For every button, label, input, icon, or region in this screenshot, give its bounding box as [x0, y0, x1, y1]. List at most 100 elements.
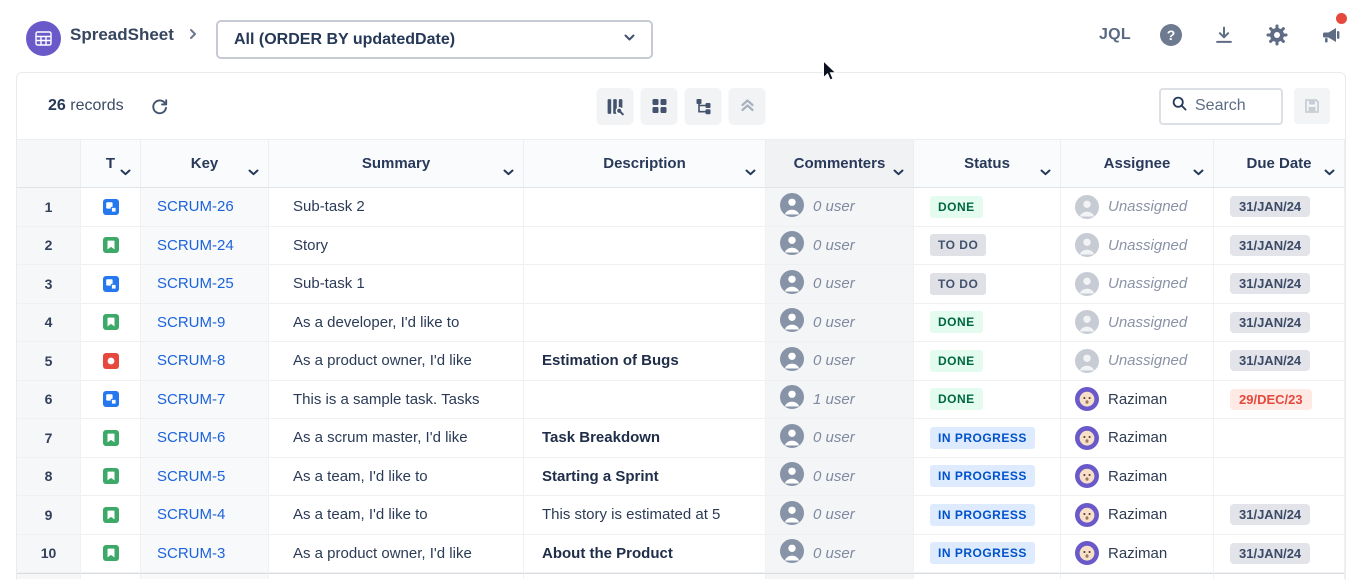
issue-key-cell[interactable]: SCRUM-8: [141, 342, 269, 381]
search-input[interactable]: [1195, 97, 1275, 115]
issue-key-link[interactable]: SCRUM-24: [157, 237, 234, 254]
issue-key-cell[interactable]: SCRUM-25: [141, 265, 269, 304]
megaphone-icon[interactable]: [1317, 22, 1343, 48]
assignee-cell[interactable]: Unassigned: [1061, 304, 1214, 343]
description-cell[interactable]: [524, 265, 766, 304]
commenters-cell[interactable]: 1 user: [766, 381, 914, 420]
issue-key-link[interactable]: SCRUM-7: [157, 391, 225, 408]
commenters-cell[interactable]: 0 user: [766, 265, 914, 304]
due-date-cell[interactable]: 31/JAN/24: [1214, 496, 1345, 535]
issue-key-link[interactable]: SCRUM-8: [157, 352, 225, 369]
status-cell[interactable]: DONE: [914, 188, 1061, 227]
issue-type-cell[interactable]: [81, 458, 141, 497]
assignee-cell[interactable]: Unassigned: [1061, 188, 1214, 227]
description-cell[interactable]: Task Breakdown: [524, 419, 766, 458]
header-description[interactable]: Description: [524, 140, 766, 188]
due-date-cell[interactable]: 31/JAN/24: [1214, 265, 1345, 304]
issue-key-link[interactable]: SCRUM-5: [157, 468, 225, 485]
header-summary[interactable]: Summary: [269, 140, 524, 188]
assignee-cell[interactable]: Unassigned: [1061, 265, 1214, 304]
row-number[interactable]: 8: [17, 458, 81, 497]
due-date-cell[interactable]: 31/JAN/24: [1214, 227, 1345, 266]
chevron-down-icon[interactable]: [745, 163, 756, 180]
status-cell[interactable]: TO DO: [914, 227, 1061, 266]
row-number[interactable]: 7: [17, 419, 81, 458]
jql-button[interactable]: JQL: [1099, 26, 1131, 44]
row-number[interactable]: 6: [17, 381, 81, 420]
commenters-cell[interactable]: 0 user: [766, 188, 914, 227]
assignee-cell[interactable]: Raziman: [1061, 381, 1214, 420]
filter-dropdown[interactable]: All (ORDER BY updatedDate): [216, 20, 653, 59]
collapse-all-button[interactable]: [729, 88, 766, 125]
issue-type-cell[interactable]: [81, 496, 141, 535]
assignee-cell[interactable]: Unassigned: [1061, 227, 1214, 266]
issue-key-link[interactable]: SCRUM-3: [157, 545, 225, 562]
summary-cell[interactable]: As a scrum master, I'd like: [269, 419, 524, 458]
status-cell[interactable]: DONE: [914, 342, 1061, 381]
issue-key-cell[interactable]: SCRUM-9: [141, 304, 269, 343]
chevron-down-icon[interactable]: [248, 163, 259, 180]
download-icon[interactable]: [1211, 22, 1237, 48]
commenters-cell[interactable]: 0 user: [766, 458, 914, 497]
header-commenters[interactable]: Commenters: [766, 140, 914, 188]
summary-cell[interactable]: As a product owner, I'd like: [269, 342, 524, 381]
issue-type-cell[interactable]: [81, 535, 141, 574]
row-number[interactable]: 1: [17, 188, 81, 227]
summary-cell[interactable]: Story: [269, 227, 524, 266]
summary-cell[interactable]: Sub-task 1: [269, 265, 524, 304]
table-row[interactable]: 10 SCRUM-3 As a product owner, I'd like …: [17, 535, 1345, 574]
commenters-cell[interactable]: 0 user: [766, 496, 914, 535]
due-date-cell[interactable]: 31/JAN/24: [1214, 342, 1345, 381]
due-date-cell[interactable]: [1214, 458, 1345, 497]
summary-cell[interactable]: This is a sample task. Tasks: [269, 381, 524, 420]
commenters-cell[interactable]: 0 user: [766, 304, 914, 343]
assignee-cell[interactable]: Unassigned: [1061, 342, 1214, 381]
description-cell[interactable]: [524, 227, 766, 266]
assignee-cell[interactable]: Raziman: [1061, 419, 1214, 458]
commenters-cell[interactable]: 0 user: [766, 419, 914, 458]
spreadsheet-logo-icon[interactable]: [26, 21, 61, 56]
save-button[interactable]: [1294, 88, 1330, 124]
table-row[interactable]: 2 SCRUM-24 Story 0: [17, 227, 1345, 266]
issue-key-link[interactable]: SCRUM-25: [157, 275, 234, 292]
issue-key-cell[interactable]: SCRUM-24: [141, 227, 269, 266]
hierarchy-view-button[interactable]: [685, 88, 722, 125]
issue-type-cell[interactable]: [81, 342, 141, 381]
issue-key-cell[interactable]: SCRUM-7: [141, 381, 269, 420]
help-icon[interactable]: ?: [1158, 22, 1184, 48]
card-view-button[interactable]: [641, 88, 678, 125]
status-cell[interactable]: DONE: [914, 381, 1061, 420]
row-number[interactable]: 2: [17, 227, 81, 266]
issue-key-link[interactable]: SCRUM-4: [157, 506, 225, 523]
due-date-cell[interactable]: 31/JAN/24: [1214, 304, 1345, 343]
table-row[interactable]: 9 SCRUM-4 As a team, I'd like to This st…: [17, 496, 1345, 535]
description-cell[interactable]: [524, 381, 766, 420]
gear-icon[interactable]: [1264, 22, 1290, 48]
table-row[interactable]: 7 SCRUM-6 As a scrum master, I'd like Ta…: [17, 419, 1345, 458]
search-box[interactable]: [1159, 88, 1283, 125]
status-cell[interactable]: DONE: [914, 304, 1061, 343]
summary-cell[interactable]: Sub-task 2: [269, 188, 524, 227]
table-row[interactable]: 5 SCRUM-8 As a product owner, I'd like E…: [17, 342, 1345, 381]
column-settings-button[interactable]: [597, 88, 634, 125]
issue-key-cell[interactable]: SCRUM-5: [141, 458, 269, 497]
chevron-down-icon[interactable]: [503, 163, 514, 180]
issue-key-cell[interactable]: SCRUM-4: [141, 496, 269, 535]
row-number[interactable]: 3: [17, 265, 81, 304]
issue-key-link[interactable]: SCRUM-26: [157, 198, 234, 215]
issue-key-cell[interactable]: SCRUM-6: [141, 419, 269, 458]
issue-key-cell[interactable]: SCRUM-3: [141, 535, 269, 574]
header-assignee[interactable]: Assignee: [1061, 140, 1214, 188]
assignee-cell[interactable]: Raziman: [1061, 496, 1214, 535]
summary-cell[interactable]: As a team, I'd like to: [269, 458, 524, 497]
issue-type-cell[interactable]: [81, 419, 141, 458]
table-row[interactable]: 3 SCRUM-25 Sub-task 1: [17, 265, 1345, 304]
issue-type-cell[interactable]: [81, 227, 141, 266]
summary-cell[interactable]: As a product owner, I'd like: [269, 535, 524, 574]
description-cell[interactable]: [524, 188, 766, 227]
chevron-down-icon[interactable]: [893, 163, 904, 180]
header-key[interactable]: Key: [141, 140, 269, 188]
assignee-cell[interactable]: Raziman: [1061, 535, 1214, 574]
issue-key-link[interactable]: SCRUM-6: [157, 429, 225, 446]
description-cell[interactable]: Estimation of Bugs: [524, 342, 766, 381]
